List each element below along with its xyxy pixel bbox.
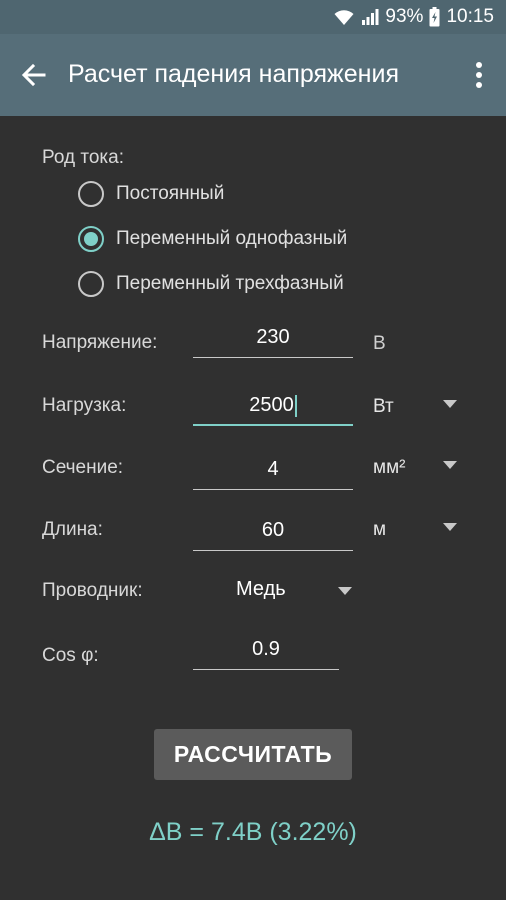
arrow-left-icon (21, 63, 46, 87)
radio-label: Переменный трехфазный (116, 273, 344, 294)
radio-circle-checked (78, 226, 104, 252)
battery-percent: 93% (385, 6, 424, 27)
chevron-down-icon[interactable] (443, 400, 457, 408)
voltage-input[interactable]: 230 (193, 318, 353, 358)
length-unit-select[interactable]: м (373, 519, 386, 541)
conductor-label: Проводник: (42, 580, 143, 601)
load-unit-select[interactable]: Вт (373, 396, 394, 418)
cos-phi-label: Cos φ: (42, 645, 99, 666)
signal-icon (361, 8, 379, 26)
voltage-label: Напряжение: (42, 332, 158, 353)
clock: 10:15 (446, 6, 494, 27)
overflow-menu-button[interactable] (472, 58, 486, 92)
radio-label: Переменный однофазный (116, 228, 348, 249)
result-text: ΔВ = 7.4В (3.22%) (149, 818, 357, 846)
chevron-down-icon[interactable] (443, 461, 457, 469)
status-bar: 93% 10:15 (0, 0, 506, 34)
battery-charging-icon (429, 7, 440, 27)
chevron-down-icon[interactable] (338, 587, 352, 595)
calculate-button[interactable]: РАССЧИТАТЬ (154, 729, 352, 780)
back-button[interactable] (18, 59, 50, 91)
wifi-icon (333, 7, 355, 27)
radio-direct-current[interactable]: Постоянный (78, 178, 224, 210)
page-title: Расчет падения напряжения (68, 60, 399, 88)
section-unit-select[interactable]: мм² (373, 457, 405, 479)
radio-alternating-three-phase[interactable]: Переменный трехфазный (78, 268, 344, 300)
load-label: Нагрузка: (42, 395, 127, 416)
length-input[interactable]: 60 (193, 511, 353, 551)
load-input[interactable]: 2500 (193, 386, 353, 426)
load-input-value: 2500 (249, 394, 294, 416)
radio-alternating-single-phase[interactable]: Переменный однофазный (78, 223, 347, 255)
length-label: Длина: (42, 519, 103, 540)
radio-circle (78, 271, 104, 297)
conductor-select[interactable]: Медь (236, 578, 286, 601)
app-bar: Расчет падения напряжения (0, 34, 506, 116)
more-vert-icon (476, 62, 482, 88)
text-cursor (294, 394, 297, 417)
section-label: Сечение: (42, 457, 124, 478)
radio-circle (78, 181, 104, 207)
chevron-down-icon[interactable] (443, 523, 457, 531)
cos-phi-input[interactable]: 0.9 (193, 630, 339, 670)
radio-label: Постоянный (116, 183, 225, 204)
section-input[interactable]: 4 (193, 450, 353, 490)
voltage-unit: В (373, 333, 386, 354)
status-icons: 93% 10:15 (333, 0, 494, 34)
current-type-label: Род тока: (42, 147, 124, 168)
